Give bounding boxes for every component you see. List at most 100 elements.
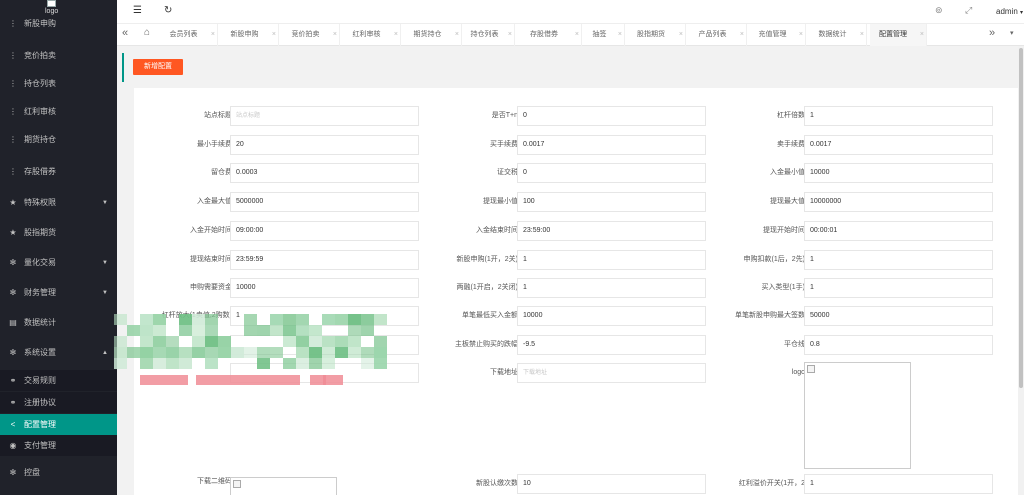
field-label: 入金最小值 — [770, 169, 805, 176]
tab-item[interactable]: 会员列表 × — [160, 24, 218, 46]
sidebar-item[interactable]: ⋮ 红利审核 — [0, 98, 117, 126]
config-input[interactable]: 0.0003 — [230, 163, 419, 183]
config-input[interactable]: 1 — [804, 474, 993, 494]
add-config-button[interactable]: 新增配置 — [133, 59, 183, 75]
tab-item[interactable]: 配置管理 × — [870, 24, 927, 46]
close-icon[interactable]: × — [272, 24, 276, 46]
sidebar-item[interactable]: ⋮ 持仓列表 — [0, 70, 117, 98]
sidebar-item[interactable]: ✻ 量化交易 ▼ — [0, 249, 117, 277]
logo-upload[interactable] — [804, 362, 911, 469]
tab-item[interactable]: 竞价拍卖 × — [282, 24, 340, 46]
close-icon[interactable]: × — [394, 24, 398, 46]
mosaic-cell — [114, 314, 127, 325]
config-input[interactable]: 10000 — [517, 306, 706, 326]
sidebar-subitem[interactable]: ◉ 支付管理 — [0, 435, 117, 456]
menu-dots-icon: ⋮ — [9, 107, 17, 116]
tab-item[interactable]: 产品列表 × — [689, 24, 747, 46]
config-input[interactable]: 23:59:00 — [517, 221, 706, 241]
tab-item[interactable]: 充值管理 × — [750, 24, 806, 46]
config-input[interactable]: 站点标题 — [230, 106, 419, 126]
tab-item[interactable]: 数据统计 × — [809, 24, 867, 46]
tab-item[interactable]: 抽签 × — [585, 24, 625, 46]
tab-item[interactable]: 持仓列表 × — [465, 24, 515, 46]
sidebar-item[interactable]: ✻ 控盘 — [0, 459, 117, 487]
tab-item[interactable]: 期货持仓 × — [404, 24, 462, 46]
close-icon[interactable]: × — [740, 24, 744, 46]
sidebar-item[interactable]: ⋮ 存股借券 — [0, 158, 117, 186]
sidebar-subitem[interactable]: ⚭ 交易规则 — [0, 370, 117, 391]
scrollbar[interactable] — [1018, 46, 1024, 495]
qrcode-upload[interactable] — [230, 477, 337, 495]
close-icon[interactable]: × — [455, 24, 459, 46]
sidebar-item[interactable]: ⋮ 期货持仓 — [0, 126, 117, 154]
config-input[interactable]: 0.0017 — [804, 135, 993, 155]
tab-item[interactable]: 股指期货 × — [627, 24, 686, 46]
sidebar-item[interactable]: ✻ 财务管理 ▼ — [0, 279, 117, 307]
sidebar-item[interactable]: ✻ 系统设置 ▲ — [0, 339, 117, 367]
config-input[interactable]: 1 — [517, 278, 706, 298]
hamburger-icon[interactable]: ☰ — [133, 5, 142, 16]
sidebar-item[interactable]: ⋮ 竞价拍卖 — [0, 42, 117, 70]
config-input[interactable]: 50000 — [804, 306, 993, 326]
config-input[interactable]: 0.8 — [804, 335, 993, 355]
broken-image-icon — [807, 365, 815, 373]
sidebar-item[interactable]: ★ 特殊权限 ▼ — [0, 189, 117, 217]
config-input[interactable]: 1 — [804, 106, 993, 126]
sidebar-item[interactable]: ★ 股指期货 — [0, 219, 117, 247]
refresh-icon[interactable]: ↻ — [164, 5, 172, 16]
tab-item[interactable]: 存股借券 × — [517, 24, 582, 46]
mosaic-cell — [127, 347, 140, 358]
config-input[interactable]: 23:59:59 — [230, 250, 419, 270]
mosaic-cell — [335, 336, 348, 347]
home-icon[interactable]: ⌂ — [144, 27, 150, 38]
config-input[interactable]: 0.0017 — [517, 135, 706, 155]
mosaic-cell — [166, 336, 179, 347]
config-input[interactable]: 0 — [517, 106, 706, 126]
config-input[interactable]: 09:00:00 — [230, 221, 419, 241]
tab-label: 数据统计 — [818, 31, 847, 38]
close-icon[interactable]: × — [618, 24, 622, 46]
fullscreen-icon[interactable]: ⤢ — [965, 5, 972, 16]
sidebar-subitem[interactable]: ⚭ 注册协议 — [0, 392, 117, 413]
tabs-menu-chevron-icon[interactable]: ▾ — [1010, 29, 1014, 37]
tabs-scroll-right-icon[interactable]: » — [989, 27, 995, 39]
palette-icon[interactable]: ⊚ — [935, 5, 943, 16]
config-input[interactable]: 5000000 — [230, 192, 419, 212]
config-input[interactable]: 10000000 — [804, 192, 993, 212]
config-input[interactable]: 1 — [804, 250, 993, 270]
tab-item[interactable]: 新股申购 × — [221, 24, 279, 46]
mosaic-cell — [296, 325, 309, 336]
sidebar-item-label: 红利审核 — [24, 107, 56, 116]
config-input[interactable]: 1 — [517, 250, 706, 270]
config-input[interactable]: 0 — [517, 163, 706, 183]
mosaic-cell — [348, 314, 361, 325]
config-input[interactable]: 00:00:01 — [804, 221, 993, 241]
close-icon[interactable]: × — [211, 24, 215, 46]
config-input[interactable]: 10 — [517, 474, 706, 494]
config-input[interactable]: 10000 — [230, 278, 419, 298]
close-icon[interactable]: × — [679, 24, 683, 46]
config-input[interactable]: 100 — [517, 192, 706, 212]
config-input[interactable]: -9.5 — [517, 335, 706, 355]
sidebar-item[interactable]: ⋮ 新股申购 — [0, 10, 117, 38]
sidebar-item[interactable]: ▤ 数据统计 — [0, 309, 117, 337]
close-icon[interactable]: × — [860, 24, 864, 46]
user-menu[interactable]: admin ▾ — [996, 7, 1023, 16]
close-icon[interactable]: × — [920, 24, 924, 46]
tab-item[interactable]: 红利审核 × — [343, 24, 401, 46]
scrollbar-thumb[interactable] — [1019, 48, 1023, 388]
menu-dots-icon: ⋮ — [9, 167, 17, 176]
mosaic-cell — [296, 347, 309, 358]
config-input[interactable]: 20 — [230, 135, 419, 155]
close-icon[interactable]: × — [508, 24, 512, 46]
close-icon[interactable]: × — [799, 24, 803, 46]
close-icon[interactable]: × — [575, 24, 579, 46]
close-icon[interactable]: × — [333, 24, 337, 46]
config-input[interactable]: 10000 — [804, 163, 993, 183]
config-input[interactable]: 下载地址 — [517, 363, 706, 383]
config-input[interactable]: 1 — [804, 278, 993, 298]
mosaic-cell — [270, 325, 283, 336]
tabs-scroll-left-icon[interactable]: « — [122, 27, 128, 39]
mosaic-cell — [283, 325, 296, 336]
sidebar-subitem[interactable]: < 配置管理 — [0, 414, 117, 435]
